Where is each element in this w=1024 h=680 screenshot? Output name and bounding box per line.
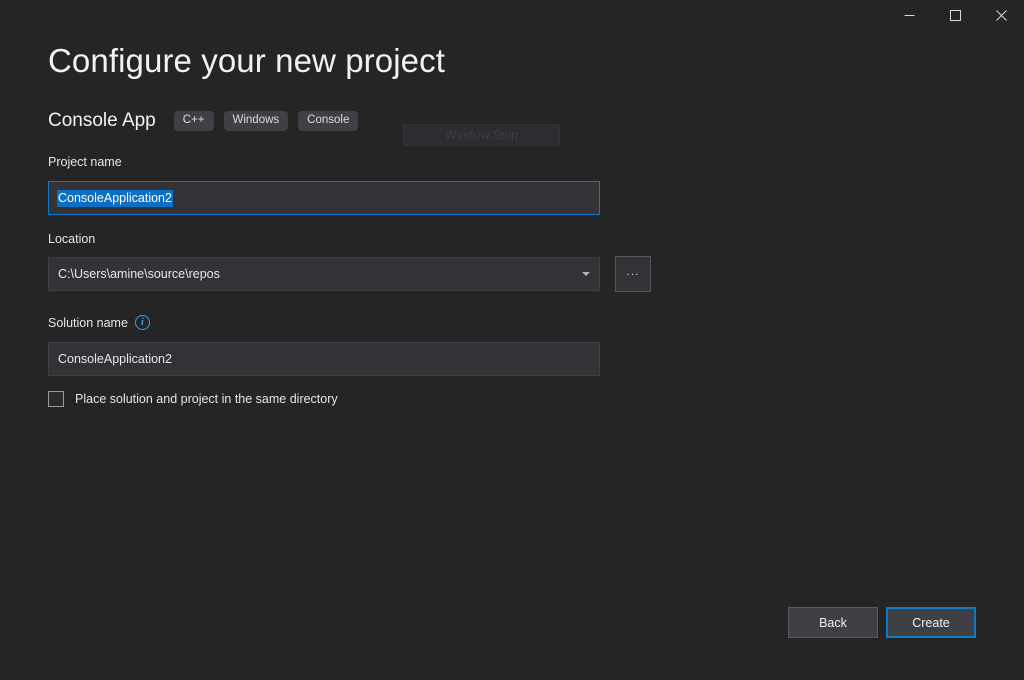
minimize-button[interactable] <box>886 0 932 30</box>
maximize-icon <box>949 9 961 21</box>
location-browse-button[interactable]: ... <box>615 256 651 292</box>
dialog-footer: Back Create <box>0 607 1024 639</box>
same-directory-checkbox[interactable] <box>48 391 64 407</box>
solution-name-label-text: Solution name <box>48 315 128 330</box>
template-tag-language: C++ <box>173 110 214 132</box>
solution-name-input[interactable]: ConsoleApplication2 <box>48 342 600 376</box>
project-name-label: Project name <box>48 155 122 169</box>
solution-name-value: ConsoleApplication2 <box>58 352 172 366</box>
location-label-text: Location <box>48 232 96 246</box>
window-snip-overlay: Window Snip <box>403 124 560 146</box>
template-tag-platform: Windows <box>223 110 289 132</box>
chevron-down-icon[interactable] <box>582 272 590 276</box>
project-name-input[interactable]: ConsoleApplication2 <box>48 181 600 215</box>
close-icon <box>995 9 1007 21</box>
location-combobox[interactable]: C:\Users\amine\source\repos <box>48 257 600 291</box>
project-name-label-text: Project name <box>48 155 122 169</box>
minimize-icon <box>904 14 914 16</box>
create-button[interactable]: Create <box>886 607 976 638</box>
same-directory-label: Place solution and project in the same d… <box>75 392 338 406</box>
back-button[interactable]: Back <box>788 607 878 638</box>
location-value: C:\Users\amine\source\repos <box>58 267 220 281</box>
same-directory-checkbox-row[interactable]: Place solution and project in the same d… <box>48 391 338 407</box>
template-summary: Console App C++ Windows Console <box>48 108 359 134</box>
solution-name-label: Solution name i <box>48 315 150 330</box>
template-tag-type: Console <box>298 110 359 132</box>
page-title: Configure your new project <box>48 42 445 79</box>
project-name-value: ConsoleApplication2 <box>57 189 173 207</box>
location-label: Location <box>48 232 95 246</box>
maximize-button[interactable] <box>932 0 978 30</box>
info-icon[interactable]: i <box>134 315 150 330</box>
window-titlebar <box>0 0 1024 30</box>
close-button[interactable] <box>978 0 1024 30</box>
template-name: Console App <box>48 110 156 131</box>
